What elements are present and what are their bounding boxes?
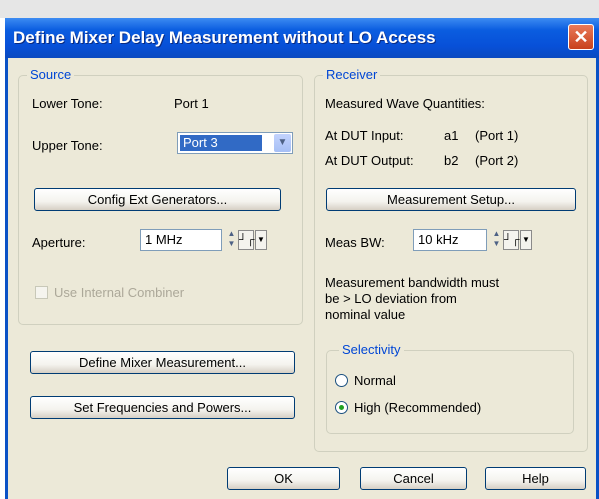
use-internal-combiner-checkbox <box>35 286 48 299</box>
bw-note-line2: be > LO deviation from <box>325 291 457 306</box>
radio-normal-label[interactable]: Normal <box>354 373 396 388</box>
set-frequencies-and-powers-button[interactable]: Set Frequencies and Powers... <box>30 396 295 419</box>
dialog-window: Define Mixer Delay Measurement without L… <box>5 18 599 499</box>
dut-input-label: At DUT Input: <box>325 128 404 143</box>
menu-arrow-icon[interactable]: ▼ <box>255 230 267 250</box>
source-legend: Source <box>27 67 75 82</box>
use-internal-combiner-label: Use Internal Combiner <box>54 285 185 300</box>
dut-input-wave: a1 <box>444 128 459 143</box>
upper-tone-select[interactable]: Port 3 ▼ <box>177 132 293 154</box>
radio-high[interactable] <box>335 401 348 414</box>
spin-arrows-icon[interactable]: ▲ ▼ <box>492 229 501 251</box>
aperture-label: Aperture: <box>32 235 86 250</box>
radio-high-label[interactable]: High (Recommended) <box>354 400 481 415</box>
config-ext-generators-button[interactable]: Config Ext Generators... <box>34 188 281 211</box>
cancel-button[interactable]: Cancel <box>360 467 467 490</box>
lower-tone-value: Port 1 <box>174 96 209 111</box>
meas-bw-input[interactable]: 10 kHz <box>413 229 487 251</box>
dialog-title: Define Mixer Delay Measurement without L… <box>13 28 436 47</box>
background-strip <box>0 0 599 18</box>
upper-tone-selected: Port 3 <box>180 135 262 151</box>
upper-tone-label: Upper Tone: <box>32 138 103 153</box>
dialog-body: Source Lower Tone: Port 1 Upper Tone: Po… <box>8 58 596 499</box>
dut-output-label: At DUT Output: <box>325 153 414 168</box>
spin-arrows-icon[interactable]: ▲ ▼ <box>227 229 236 251</box>
help-button[interactable]: Help <box>485 467 586 490</box>
bw-note-line1: Measurement bandwidth must <box>325 275 500 290</box>
measured-wave-label: Measured Wave Quantities: <box>325 96 485 111</box>
chevron-down-icon[interactable]: ▼ <box>274 134 291 152</box>
define-mixer-measurement-button[interactable]: Define Mixer Measurement... <box>30 351 295 374</box>
measurement-setup-button[interactable]: Measurement Setup... <box>326 188 576 211</box>
bw-note-line3: nominal value <box>325 307 406 322</box>
step-icon[interactable]: ┘┌ <box>238 230 255 250</box>
step-icon[interactable]: ┘┌ <box>503 230 520 250</box>
title-bar[interactable]: Define Mixer Delay Measurement without L… <box>5 18 599 58</box>
radio-normal[interactable] <box>335 374 348 387</box>
dut-output-port: (Port 2) <box>475 153 519 168</box>
dut-output-wave: b2 <box>444 153 459 168</box>
selectivity-legend: Selectivity <box>339 342 404 357</box>
ok-button[interactable]: OK <box>227 467 340 490</box>
close-icon: ✕ <box>573 27 589 47</box>
close-button[interactable]: ✕ <box>568 24 594 50</box>
aperture-input[interactable]: 1 MHz <box>140 229 222 251</box>
dut-input-port: (Port 1) <box>475 128 519 143</box>
radio-selected-dot <box>339 405 344 410</box>
menu-arrow-icon[interactable]: ▼ <box>520 230 532 250</box>
lower-tone-label: Lower Tone: <box>32 96 103 111</box>
meas-bw-label: Meas BW: <box>325 235 385 250</box>
selectivity-group: Selectivity <box>326 342 574 434</box>
receiver-legend: Receiver <box>323 67 381 82</box>
